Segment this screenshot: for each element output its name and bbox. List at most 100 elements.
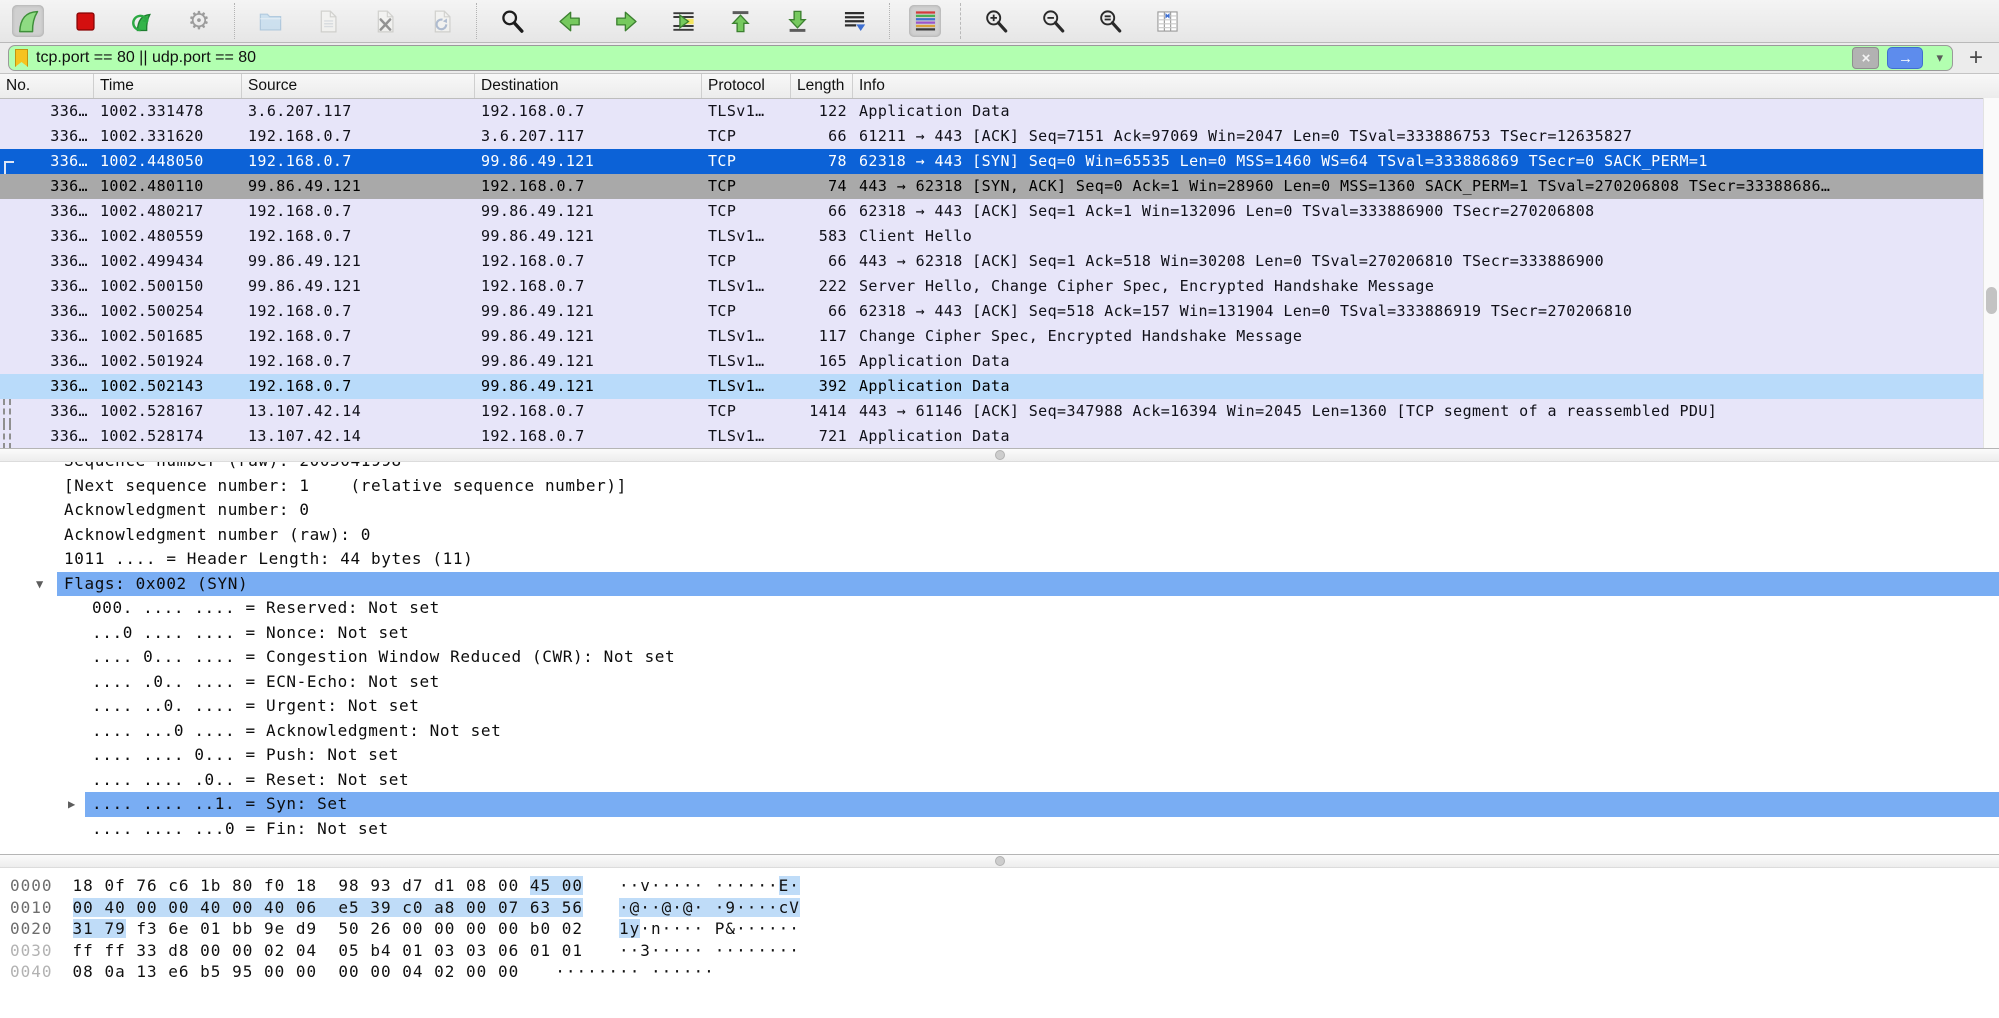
hex-byte[interactable]: 00 <box>466 962 487 981</box>
ascii-char[interactable]: · <box>736 919 747 938</box>
ascii-char[interactable]: · <box>672 919 683 938</box>
hex-byte[interactable]: 03 <box>466 941 487 960</box>
ascii-char[interactable]: · <box>747 941 758 960</box>
hex-byte[interactable]: 00 <box>73 898 94 917</box>
hex-byte[interactable]: 00 <box>562 876 583 895</box>
ascii-char[interactable]: · <box>757 898 768 917</box>
ascii-char[interactable]: · <box>587 962 598 981</box>
ascii-char[interactable]: · <box>694 962 705 981</box>
go-to-packet-icon[interactable] <box>667 5 699 37</box>
detail-line[interactable]: 000. .... .... = Reserved: Not set <box>0 596 1999 621</box>
filter-dropdown-caret-icon[interactable]: ▾ <box>1936 50 1943 66</box>
ascii-char[interactable]: · <box>694 898 705 917</box>
ascii-char[interactable]: · <box>715 876 726 895</box>
detail-line[interactable]: Acknowledgment number: 0 <box>0 498 1999 523</box>
packet-row[interactable]: 336…1002.500254192.168.0.799.86.49.121TC… <box>0 299 1999 324</box>
ascii-char[interactable]: · <box>683 941 694 960</box>
hex-byte[interactable]: 56 <box>562 898 583 917</box>
hex-byte[interactable]: 0f <box>104 876 125 895</box>
ascii-char[interactable]: @ <box>662 898 673 917</box>
hex-byte[interactable]: 08 <box>466 876 487 895</box>
reload-file-icon[interactable] <box>425 5 457 37</box>
hex-byte[interactable]: 80 <box>232 876 253 895</box>
ascii-char[interactable]: · <box>651 941 662 960</box>
column-header-length[interactable]: Length <box>791 74 853 98</box>
filter-expression-text[interactable]: tcp.port == 80 || udp.port == 80 <box>36 49 1844 67</box>
ascii-char[interactable]: 9 <box>725 898 736 917</box>
hex-byte[interactable]: 18 <box>73 876 94 895</box>
packet-row[interactable]: 336…1002.52817413.107.42.14192.168.0.7TL… <box>0 424 1999 448</box>
pane-splitter-upper[interactable] <box>0 448 1999 462</box>
ascii-char[interactable]: · <box>704 962 715 981</box>
ascii-char[interactable]: · <box>651 962 662 981</box>
capture-options-icon[interactable]: ⚙ <box>183 5 215 37</box>
packet-row[interactable]: 336…1002.52816713.107.42.14192.168.0.7TC… <box>0 399 1999 424</box>
filter-apply-icon[interactable]: → <box>1887 47 1923 69</box>
ascii-char[interactable]: · <box>651 898 662 917</box>
ascii-char[interactable]: · <box>757 941 768 960</box>
detail-line[interactable]: ...0 .... .... = Nonce: Not set <box>0 621 1999 646</box>
capture-stop-icon[interactable] <box>69 5 101 37</box>
ascii-char[interactable]: · <box>725 876 736 895</box>
hex-byte[interactable]: 6e <box>168 919 189 938</box>
column-header-source[interactable]: Source <box>242 74 475 98</box>
ascii-char[interactable]: · <box>736 941 747 960</box>
hex-byte[interactable]: 08 <box>73 962 94 981</box>
pane-splitter-lower[interactable] <box>0 854 1999 868</box>
hex-byte[interactable]: 04 <box>296 941 317 960</box>
hex-byte[interactable]: 33 <box>136 941 157 960</box>
ascii-char[interactable]: · <box>694 941 705 960</box>
capture-start-icon[interactable] <box>12 5 44 37</box>
ascii-char[interactable]: · <box>662 962 673 981</box>
ascii-char[interactable]: · <box>662 876 673 895</box>
hex-byte[interactable]: f3 <box>136 919 157 938</box>
resize-columns-icon[interactable] <box>1151 5 1183 37</box>
hex-byte[interactable]: 40 <box>264 898 285 917</box>
column-header-time[interactable]: Time <box>94 74 242 98</box>
ascii-char[interactable]: c <box>779 898 790 917</box>
hex-byte[interactable]: d8 <box>168 941 189 960</box>
hex-byte[interactable]: ff <box>73 941 94 960</box>
hex-byte[interactable]: 00 <box>232 941 253 960</box>
ascii-char[interactable]: · <box>566 962 577 981</box>
ascii-char[interactable]: v <box>640 876 651 895</box>
ascii-char[interactable]: · <box>630 876 641 895</box>
ascii-char[interactable]: P <box>715 919 726 938</box>
go-back-icon[interactable] <box>553 5 585 37</box>
find-packet-icon[interactable] <box>496 5 528 37</box>
ascii-char[interactable]: E <box>779 876 790 895</box>
go-bottom-icon[interactable] <box>781 5 813 37</box>
hex-byte[interactable]: 00 <box>434 919 455 938</box>
ascii-char[interactable]: · <box>630 962 641 981</box>
packet-row[interactable]: 336…1002.50015099.86.49.121192.168.0.7TL… <box>0 274 1999 299</box>
ascii-char[interactable]: n <box>651 919 662 938</box>
capture-restart-icon[interactable] <box>126 5 158 37</box>
ascii-char[interactable]: · <box>683 919 694 938</box>
ascii-char[interactable]: · <box>715 941 726 960</box>
hex-byte[interactable]: 45 <box>530 876 551 895</box>
packet-row[interactable]: 336…1002.48011099.86.49.121192.168.0.7TC… <box>0 174 1999 199</box>
column-header-no[interactable]: No. <box>0 74 94 98</box>
hex-byte[interactable]: c0 <box>402 898 423 917</box>
ascii-char[interactable]: · <box>736 876 747 895</box>
packet-row[interactable]: 336…1002.3314783.6.207.117192.168.0.7TLS… <box>0 99 1999 124</box>
hex-byte[interactable]: 00 <box>200 941 221 960</box>
close-file-icon[interactable] <box>368 5 400 37</box>
hex-byte[interactable]: 07 <box>498 898 519 917</box>
hex-byte[interactable]: 79 <box>104 919 125 938</box>
ascii-char[interactable]: · <box>779 919 790 938</box>
hex-row[interactable]: 000018 0f 76 c6 1b 80 f0 18 98 93 d7 d1 … <box>10 875 1999 897</box>
hex-row[interactable]: 002031 79 f3 6e 01 bb 9e d9 50 26 00 00 … <box>10 918 1999 940</box>
hex-byte[interactable]: bb <box>232 919 253 938</box>
packet-row[interactable]: 336…1002.49943499.86.49.121192.168.0.7TC… <box>0 249 1999 274</box>
save-file-icon[interactable] <box>311 5 343 37</box>
packet-row[interactable]: 336…1002.501924192.168.0.799.86.49.121TL… <box>0 349 1999 374</box>
go-top-icon[interactable] <box>724 5 756 37</box>
hex-byte[interactable]: ff <box>104 941 125 960</box>
ascii-char[interactable]: · <box>651 876 662 895</box>
hex-byte[interactable]: b4 <box>370 941 391 960</box>
splitter-handle-icon[interactable] <box>995 450 1005 460</box>
hex-byte[interactable]: 18 <box>296 876 317 895</box>
ascii-char[interactable]: · <box>747 898 758 917</box>
ascii-char[interactable]: · <box>768 898 779 917</box>
